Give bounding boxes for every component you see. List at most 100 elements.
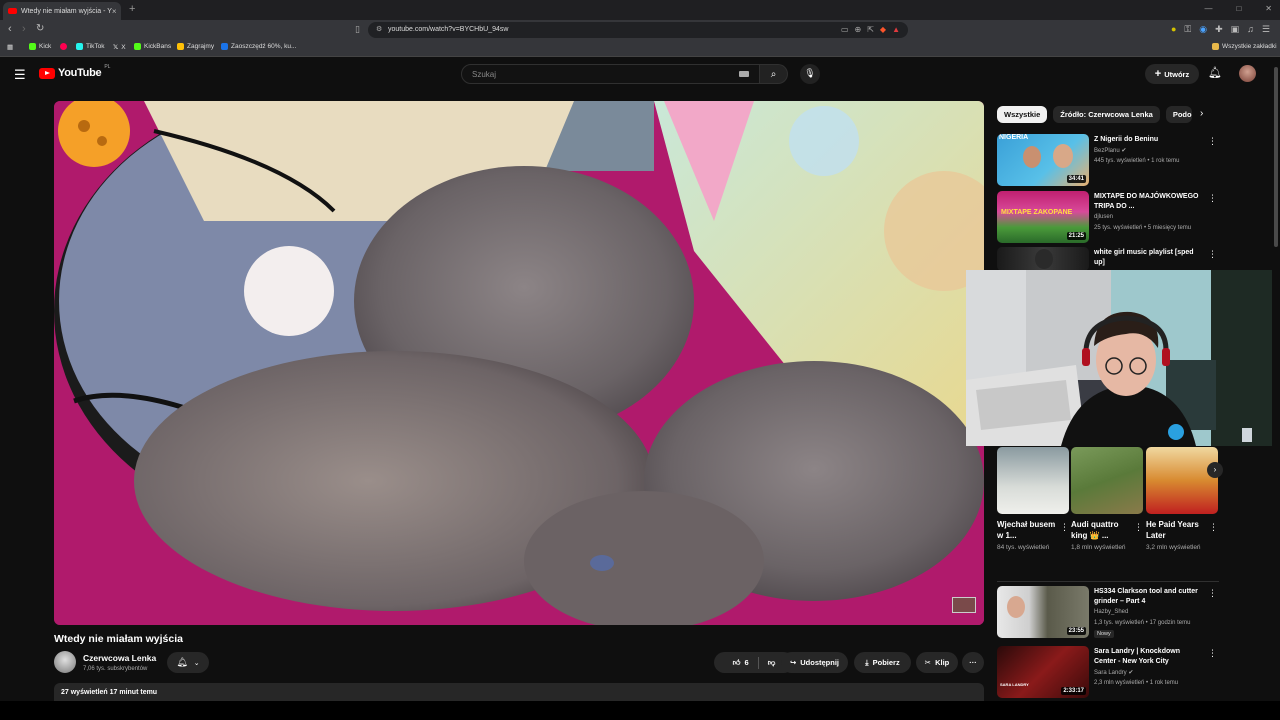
person-figure: [1053, 144, 1073, 168]
sidebar-toggle-icon[interactable]: ▣: [1231, 24, 1240, 35]
recommendation-item[interactable]: white girl music playlist [sped up] ⋮: [997, 247, 1219, 271]
section-divider: [997, 581, 1219, 582]
hamburger-menu-icon[interactable]: ☰: [14, 67, 26, 83]
subscriber-count: 7,06 tys. subskrybentów: [83, 666, 148, 672]
shorts-next-button[interactable]: ›: [1207, 462, 1223, 478]
chevron-right-icon[interactable]: ›: [1200, 108, 1203, 119]
more-options-icon[interactable]: ⋮: [1208, 193, 1217, 204]
apps-grid-icon[interactable]: ▦: [7, 43, 13, 51]
site-info-icon[interactable]: ⚙: [376, 25, 382, 33]
chip-from-channel[interactable]: Źródło: Czerwcowa Lenka: [1053, 106, 1160, 123]
youtube-logo[interactable]: YouTube PL: [39, 64, 110, 79]
minimize-icon[interactable]: —: [1204, 4, 1212, 13]
user-avatar[interactable]: [1239, 65, 1256, 82]
video-thumbnail[interactable]: SARA LANDRY 2:33:17: [997, 646, 1089, 698]
bookmark-item[interactable]: TikTok: [76, 43, 105, 50]
logo-text: YouTube: [58, 67, 102, 79]
bookmark-item[interactable]: KickBans: [134, 43, 171, 50]
bookmark-item[interactable]: [60, 43, 67, 50]
short-thumbnail[interactable]: [1146, 447, 1218, 514]
video-thumbnail[interactable]: NIGERIA 34:41: [997, 134, 1089, 186]
keyboard-icon[interactable]: [739, 71, 749, 77]
recommendation-item[interactable]: NIGERIA 34:41 Z Nigerii do Beninu BezPla…: [997, 134, 1219, 186]
channel-avatar[interactable]: [54, 651, 76, 673]
more-options-icon[interactable]: ⋮: [1208, 588, 1217, 599]
extension-icon[interactable]: ●: [1171, 24, 1176, 35]
create-label: Utwórz: [1164, 69, 1190, 79]
dislike-button[interactable]: 👎︎: [768, 658, 776, 668]
short-item[interactable]: Wjechał busem w 1... 84 tys. wyświetleń …: [997, 447, 1069, 552]
recommendation-item[interactable]: 23:55 HS334 Clarkson tool and cutter gri…: [997, 586, 1219, 638]
share-page-icon[interactable]: ⇱: [867, 25, 874, 34]
more-options-icon[interactable]: ⋮: [1209, 522, 1218, 533]
cast-icon[interactable]: ▭: [841, 25, 849, 34]
search-button[interactable]: ⌕: [760, 64, 788, 84]
share-button[interactable]: ↪ Udostępnij: [781, 652, 848, 673]
more-options-icon[interactable]: ⋮: [1208, 648, 1217, 659]
like-button[interactable]: 👍︎ 6: [733, 658, 749, 668]
channel-name[interactable]: djlusen: [1094, 214, 1113, 220]
notifications-bell-icon[interactable]: 🔔︎: [1208, 66, 1222, 79]
channel-name[interactable]: Hazby_Shed: [1094, 609, 1128, 615]
forward-icon[interactable]: ›: [22, 23, 26, 35]
recommendation-item[interactable]: SARA LANDRY 2:33:17 Sara Landry | Knockd…: [997, 646, 1219, 698]
chip-related[interactable]: Podobne: [1165, 106, 1192, 123]
more-options-icon[interactable]: ⋮: [1208, 136, 1217, 147]
description-box[interactable]: 27 wyświetleń 17 minut temu: [54, 683, 984, 703]
video-thumbnail[interactable]: MIXTAPE ZAKOPANE 21:25: [997, 191, 1089, 243]
chip-all[interactable]: Wszystkie: [997, 106, 1048, 123]
notification-settings-button[interactable]: 🔔︎ ⌄: [167, 652, 209, 673]
video-duration: 21:25: [1066, 232, 1086, 240]
address-bar[interactable]: ⚙ youtube.com/watch?v=BYCHbU_94sw ▭ ⊕ ⇱ …: [368, 22, 908, 38]
short-thumbnail[interactable]: [997, 447, 1069, 514]
channel-name[interactable]: Sara Landry ✔: [1094, 669, 1133, 676]
short-item[interactable]: He Paid Years Later 3,2 mln wyświetleń ⋮: [1146, 447, 1218, 552]
more-options-icon[interactable]: ⋮: [1060, 522, 1069, 533]
browser-tab[interactable]: Wtedy nie miałam wyjścia - Y ×: [3, 2, 121, 20]
download-button[interactable]: ⤓ Pobierz: [854, 652, 911, 673]
more-actions-button[interactable]: ···: [962, 652, 984, 673]
back-icon[interactable]: ‹: [8, 23, 12, 35]
tab-close-icon[interactable]: ×: [112, 7, 117, 16]
more-options-icon[interactable]: ⋮: [1208, 249, 1217, 260]
reload-icon[interactable]: ↻: [36, 23, 44, 34]
video-thumbnail[interactable]: 23:55: [997, 586, 1089, 638]
recommendation-item[interactable]: MIXTAPE ZAKOPANE 21:25 MIXTAPE DO MAJÓWK…: [997, 191, 1219, 243]
video-meta: 2,3 mln wyświetleń • 1 rok temu: [1094, 680, 1179, 686]
page-scrollbar[interactable]: [1272, 57, 1280, 701]
video-duration: 23:55: [1066, 627, 1086, 635]
search-input[interactable]: Szukaj: [461, 64, 760, 84]
filter-chips: Wszystkie Źródło: Czerwcowa Lenka Podobn…: [997, 106, 1192, 123]
new-tab-button[interactable]: +: [129, 3, 135, 15]
all-bookmarks[interactable]: Wszystkie zakładki: [1212, 43, 1277, 50]
voice-search-button[interactable]: 🎙: [800, 64, 820, 84]
brave-shield-icon[interactable]: ◆: [880, 25, 886, 34]
url-text: youtube.com/watch?v=BYCHbU_94sw: [388, 26, 509, 33]
short-thumbnail[interactable]: [1071, 447, 1143, 514]
puzzle-icon[interactable]: ✚: [1215, 24, 1223, 35]
playlist-icon[interactable]: ♫: [1247, 24, 1254, 35]
bookmark-item[interactable]: Kick: [29, 43, 51, 50]
video-player[interactable]: [54, 101, 984, 625]
video-thumbnail[interactable]: [997, 247, 1089, 271]
more-options-icon[interactable]: ⋮: [1134, 522, 1143, 533]
create-button[interactable]: + Utwórz: [1145, 64, 1199, 84]
bookmark-item[interactable]: 𝕏 X: [113, 43, 126, 52]
zoom-icon[interactable]: ⊕: [855, 25, 862, 34]
thumbs-down-icon: 👎︎: [767, 657, 776, 667]
rewards-icon[interactable]: ▲: [892, 25, 900, 34]
channel-name[interactable]: BezPlanu ✔: [1094, 147, 1126, 154]
menu-icon[interactable]: ☰: [1262, 24, 1270, 35]
wallet-icon[interactable]: ◉: [1199, 24, 1207, 35]
bookmark-item[interactable]: Zaoszczędź 60%, ku...: [221, 43, 296, 50]
maximize-icon[interactable]: □: [1236, 4, 1241, 13]
scrollbar-thumb[interactable]: [1274, 67, 1278, 247]
channel-name[interactable]: Czerwcowa Lenka: [83, 653, 156, 663]
short-item[interactable]: Audi quattro king 👑 ... 1,8 mln wyświetl…: [1071, 447, 1143, 552]
clip-button[interactable]: ✂ Klip: [916, 652, 958, 673]
bookmark-item[interactable]: Zagrajmy: [177, 43, 214, 50]
bookmark-page-icon[interactable]: ▯: [355, 24, 360, 35]
close-window-icon[interactable]: ✕: [1265, 4, 1272, 13]
vpn-icon[interactable]: ⚿: [1184, 24, 1191, 35]
youtube-play-icon: [39, 67, 55, 79]
